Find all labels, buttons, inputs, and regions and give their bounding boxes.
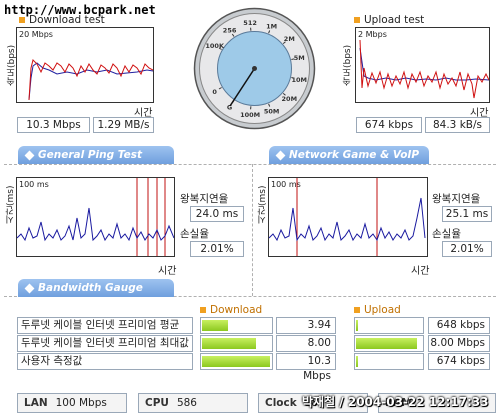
gauge-tick-label: 0 <box>212 88 217 96</box>
game-loss-value: 2.01% <box>442 241 492 257</box>
lan-label: LAN <box>24 397 48 409</box>
ping-xlabel: 시간 <box>158 266 177 277</box>
upload-chart <box>359 39 489 99</box>
download-mbps-value: 10.3 Mbps <box>17 117 90 133</box>
speed-gauge: 100K 256 512 1M 2M 5M 10M 20M 50M 100M G 0 <box>192 6 317 131</box>
upload-bar-fill <box>356 320 358 331</box>
cpu-label: CPU <box>145 397 169 409</box>
upload-marker-icon <box>354 17 360 23</box>
upload-bar-fill <box>356 338 417 349</box>
upload-kbps-value: 674 kbps <box>356 117 422 133</box>
gauge-tick-label: 512 <box>243 19 257 27</box>
game-xlabel: 시간 <box>411 266 430 277</box>
gauge-tick-label: 1M <box>266 22 277 30</box>
bandwidth-row-label: 두루넷 케이블 인터넷 프리미엄 평균 <box>17 317 193 334</box>
lan-value: 100 Mbps <box>55 397 107 409</box>
clock-label: Clock <box>265 397 297 409</box>
gauge-tick-mark <box>291 77 295 79</box>
diamond-icon <box>275 150 286 161</box>
ping-loss-value: 2.01% <box>190 241 244 257</box>
upload-ylabel: 속도(bps) <box>343 44 353 86</box>
network-game-test-header: Network Game & VoIP Test <box>269 146 429 179</box>
gauge-hub <box>252 66 257 71</box>
cpu-value: 586 <box>176 397 197 409</box>
separator-middle <box>252 164 253 296</box>
gauge-tick-label: 100K <box>205 42 225 50</box>
separator-top <box>4 164 496 165</box>
status-lan: LAN 100 Mbps <box>17 393 127 413</box>
game-latency-value: 25.1 ms <box>442 206 492 222</box>
diamond-icon <box>24 283 35 294</box>
gauge-tick-label: 5M <box>294 54 305 62</box>
game-latency-label: 왕복지연율 <box>432 193 481 205</box>
bandwidth-download-header: Download <box>200 304 262 316</box>
download-value: 10.3 Mbps <box>276 353 336 382</box>
upload-title: Upload test <box>354 14 424 26</box>
upload-bar <box>354 353 424 370</box>
upload-value: 674 kbps <box>428 353 490 370</box>
timestamp-overlay: 박재철 / 2004-03-22 12:17:33 <box>302 395 489 409</box>
download-bar-fill <box>202 338 256 349</box>
download-bar <box>200 353 273 370</box>
bandwidth-row-label: 두루넷 케이블 인터넷 프리미엄 최대값 <box>17 335 193 352</box>
gauge-tick-label: 10M <box>291 76 307 84</box>
upload-bar-fill <box>356 356 358 367</box>
upload-marker-icon <box>354 307 360 313</box>
game-graph: 100 ms <box>268 177 428 257</box>
status-cpu: CPU 586 <box>138 393 248 413</box>
download-marker-icon <box>200 307 206 313</box>
download-chart <box>28 59 153 101</box>
upload-kbs-value: 84.3 kB/s <box>425 117 490 133</box>
gauge-tick-label: 50M <box>264 108 280 116</box>
download-bar-fill <box>202 356 270 367</box>
bandwidth-gauge-header: Bandwidth Gauge <box>18 279 174 297</box>
gauge-tick-mark <box>291 58 295 60</box>
download-graph: 20 Mbps <box>16 27 154 103</box>
diamond-icon <box>24 150 35 161</box>
bandwidth-row-label: 사용자 측정값 <box>17 353 193 370</box>
upload-graph: 2 Mbps <box>355 27 490 103</box>
upload-value: 8.00 Mbps <box>428 335 490 352</box>
ping-graph: 100 ms <box>16 177 175 257</box>
upload-bar <box>354 317 424 334</box>
download-bar <box>200 335 273 352</box>
ping-latency-value: 24.0 ms <box>190 206 244 222</box>
download-value: 3.94 Mbps <box>276 317 336 346</box>
ping-chart <box>17 178 174 256</box>
gauge-tick-label: 256 <box>223 26 237 34</box>
download-marker-icon <box>19 17 25 23</box>
game-chart <box>269 178 426 256</box>
ping-latency-label: 왕복지연율 <box>180 193 229 205</box>
download-bar <box>200 317 273 334</box>
download-bar-fill <box>202 320 228 331</box>
ping-loss-label: 손실율 <box>180 228 209 240</box>
download-title: Download test <box>19 14 105 26</box>
gauge-tick-label: 100M <box>240 111 260 119</box>
gauge-tick-label: 20M <box>282 95 298 103</box>
upload-bar <box>354 335 424 352</box>
upload-value: 648 kbps <box>428 317 490 334</box>
download-value: 8.00 Mbps <box>276 335 336 364</box>
download-mbs-value: 1.29 MB/s <box>93 117 154 133</box>
game-loss-label: 손실율 <box>432 228 461 240</box>
general-ping-test-header: General Ping Test <box>18 146 174 164</box>
bandwidth-upload-header: Upload <box>354 304 401 316</box>
